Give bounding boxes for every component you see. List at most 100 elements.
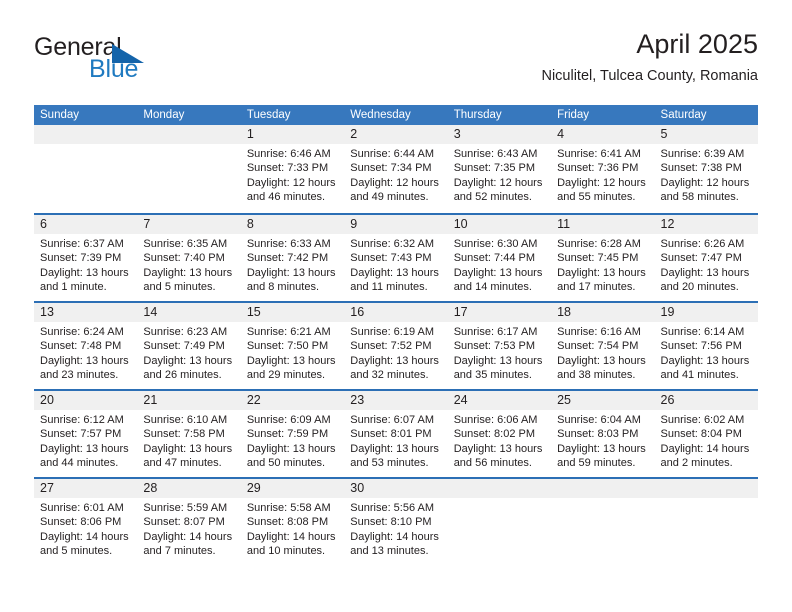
day-detail: Sunrise: 6:39 AM Sunset: 7:38 PM Daylight:… <box>661 147 752 205</box>
calendar-day-cell[interactable]: 25 Sunrise: 6:04 AM Sunset: 8:03 PM Dayligh… <box>551 391 654 477</box>
calendar-day-cell[interactable]: 6 Sunrise: 6:37 AM Sunset: 7:39 PM Daylight… <box>34 215 137 301</box>
sunrise-text: Sunrise: 6:46 AM <box>246 148 331 160</box>
sunset-text: Sunset: 8:06 PM <box>40 516 122 529</box>
weekday-header-wednesday: Wednesday <box>350 109 411 121</box>
day-number: 27 <box>40 481 54 495</box>
calendar-day-cell[interactable]: 17 Sunrise: 6:17 AM Sunset: 7:53 PM Dayligh… <box>448 303 551 389</box>
calendar-day-cell[interactable]: 26 Sunrise: 6:02 AM Sunset: 8:04 PM Dayligh… <box>655 391 758 477</box>
sunrise-text: Sunrise: 6:19 AM <box>350 326 435 338</box>
sunrise-text: Sunrise: 6:06 AM <box>453 414 538 426</box>
daylight-text-line2: and 35 minutes. <box>453 369 532 382</box>
day-detail: Sunrise: 6:41 AM Sunset: 7:36 PM Daylight:… <box>557 147 648 205</box>
sunrise-text: Sunrise: 6:04 AM <box>557 414 641 426</box>
daylight-text-line1: Daylight: 14 hours <box>40 530 129 543</box>
sunrise-text: Sunrise: 6:10 AM <box>143 414 228 426</box>
calendar-day-cell[interactable]: 9 Sunrise: 6:32 AM Sunset: 7:43 PM Daylight… <box>344 215 447 301</box>
sunset-text: Sunset: 7:56 PM <box>660 340 742 353</box>
calendar-day-cell[interactable]: 11 Sunrise: 6:28 AM Sunset: 7:45 PM Dayligh… <box>551 215 654 301</box>
calendar-day-cell[interactable]: 19 Sunrise: 6:14 AM Sunset: 7:56 PM Dayligh… <box>655 303 758 389</box>
daylight-text-line1: Daylight: 13 hours <box>350 266 439 279</box>
day-number: 30 <box>350 481 365 495</box>
day-detail: Sunrise: 6:32 AM Sunset: 7:43 PM Daylight:… <box>350 237 441 295</box>
daylight-text-line1: Daylight: 12 hours <box>350 176 439 189</box>
calendar-day-cell-empty <box>34 125 137 213</box>
day-detail: Sunrise: 6:24 AM Sunset: 7:48 PM Daylight:… <box>40 325 131 383</box>
calendar-day-cell[interactable]: 24 Sunrise: 6:06 AM Sunset: 8:02 PM Dayligh… <box>448 391 551 477</box>
sunrise-text: Sunrise: 6:17 AM <box>453 326 538 338</box>
day-number: 11 <box>557 217 571 231</box>
daylight-text-line1: Daylight: 13 hours <box>557 354 646 367</box>
daylight-text-line2: and 55 minutes. <box>557 191 636 204</box>
day-detail: Sunrise: 6:37 AM Sunset: 7:39 PM Daylight:… <box>40 237 131 295</box>
sunrise-text: Sunrise: 6:30 AM <box>453 238 538 250</box>
calendar-day-cell[interactable]: 8 Sunrise: 6:33 AM Sunset: 7:42 PM Daylight… <box>241 215 344 301</box>
calendar-day-cell-empty <box>448 479 551 565</box>
day-detail: Sunrise: 6:02 AM Sunset: 8:04 PM Daylight:… <box>661 413 752 471</box>
daylight-text-line2: and 50 minutes. <box>246 457 326 470</box>
calendar-day-cell[interactable]: 2 Sunrise: 6:44 AM Sunset: 7:34 PM Daylight… <box>344 125 447 213</box>
sunset-text: Sunset: 7:57 PM <box>40 428 122 441</box>
daylight-text-line1: Daylight: 12 hours <box>660 176 750 189</box>
calendar-day-cell[interactable]: 29 Sunrise: 5:58 AM Sunset: 8:08 PM Dayligh… <box>241 479 344 565</box>
day-detail: Sunrise: 6:10 AM Sunset: 7:58 PM Daylight:… <box>143 413 234 471</box>
daylight-text-line1: Daylight: 14 hours <box>143 530 233 543</box>
calendar-day-cell[interactable]: 14 Sunrise: 6:23 AM Sunset: 7:49 PM Dayligh… <box>137 303 240 389</box>
daylight-text-line2: and 5 minutes. <box>40 545 113 558</box>
calendar-day-cell[interactable]: 13 Sunrise: 6:24 AM Sunset: 7:48 PM Dayligh… <box>34 303 137 389</box>
daylight-text-line1: Daylight: 13 hours <box>453 442 543 455</box>
day-detail: Sunrise: 5:56 AM Sunset: 8:10 PM Daylight:… <box>350 501 441 559</box>
sunset-text: Sunset: 8:04 PM <box>660 428 742 441</box>
calendar-day-cell[interactable]: 15 Sunrise: 6:21 AM Sunset: 7:50 PM Dayligh… <box>241 303 344 389</box>
daylight-text-line2: and 13 minutes. <box>350 545 429 558</box>
daylight-text-line2: and 10 minutes. <box>246 545 326 558</box>
calendar-day-cell[interactable]: 5 Sunrise: 6:39 AM Sunset: 7:38 PM Daylight… <box>655 125 758 213</box>
weekday-header-tuesday: Tuesday <box>246 109 291 121</box>
calendar-day-cell[interactable]: 12 Sunrise: 6:26 AM Sunset: 7:47 PM Dayligh… <box>655 215 758 301</box>
calendar-day-cell-empty <box>655 479 758 565</box>
general-blue-logo[interactable]: General Blue <box>34 34 254 90</box>
daylight-text-line2: and 14 minutes. <box>453 281 532 294</box>
calendar-day-cell[interactable]: 10 Sunrise: 6:30 AM Sunset: 7:44 PM Dayligh… <box>448 215 551 301</box>
day-detail: Sunrise: 6:06 AM Sunset: 8:02 PM Daylight:… <box>454 413 545 471</box>
day-detail: Sunrise: 6:28 AM Sunset: 7:45 PM Daylight:… <box>557 237 648 295</box>
calendar-day-cell[interactable]: 1 Sunrise: 6:46 AM Sunset: 7:33 PM Daylight… <box>241 125 344 213</box>
calendar-day-cell[interactable]: 16 Sunrise: 6:19 AM Sunset: 7:52 PM Dayligh… <box>344 303 447 389</box>
calendar-day-cell[interactable]: 30 Sunrise: 5:56 AM Sunset: 8:10 PM Dayligh… <box>344 479 447 565</box>
day-detail: Sunrise: 6:07 AM Sunset: 8:01 PM Daylight:… <box>350 413 441 471</box>
calendar-day-cell[interactable]: 3 Sunrise: 6:43 AM Sunset: 7:35 PM Daylight… <box>448 125 551 213</box>
calendar-day-cell[interactable]: 18 Sunrise: 6:16 AM Sunset: 7:54 PM Dayligh… <box>551 303 654 389</box>
day-number: 19 <box>660 305 675 319</box>
sunset-text: Sunset: 7:49 PM <box>143 340 225 353</box>
day-number: 29 <box>246 481 261 495</box>
sunset-text: Sunset: 8:02 PM <box>453 428 536 441</box>
calendar-day-cell[interactable]: 27 Sunrise: 6:01 AM Sunset: 8:06 PM Dayligh… <box>34 479 137 565</box>
day-number: 24 <box>453 393 468 407</box>
daylight-text-line2: and 26 minutes. <box>143 369 222 382</box>
calendar-day-cell[interactable]: 4 Sunrise: 6:41 AM Sunset: 7:36 PM Daylight… <box>551 125 654 213</box>
calendar-day-cell[interactable]: 22 Sunrise: 6:09 AM Sunset: 7:59 PM Dayligh… <box>241 391 344 477</box>
calendar-day-cell[interactable]: 23 Sunrise: 6:07 AM Sunset: 8:01 PM Dayligh… <box>344 391 447 477</box>
day-detail: Sunrise: 6:46 AM Sunset: 7:33 PM Daylight:… <box>247 147 338 205</box>
calendar-day-cell[interactable]: 7 Sunrise: 6:35 AM Sunset: 7:40 PM Daylight… <box>137 215 240 301</box>
sunset-text: Sunset: 7:50 PM <box>246 340 329 353</box>
sunrise-text: Sunrise: 6:39 AM <box>660 148 745 160</box>
sunset-text: Sunset: 7:59 PM <box>246 428 329 441</box>
weekday-header-thursday: Thursday <box>453 109 502 121</box>
calendar-day-cell[interactable]: 21 Sunrise: 6:10 AM Sunset: 7:58 PM Dayligh… <box>137 391 240 477</box>
daylight-text-line2: and 58 minutes. <box>660 191 739 204</box>
calendar-week-row: 20 Sunrise: 6:12 AM Sunset: 7:57 PM Dayligh… <box>34 389 758 477</box>
day-number: 22 <box>246 393 261 407</box>
daylight-text-line2: and 29 minutes. <box>246 369 326 382</box>
day-detail: Sunrise: 6:43 AM Sunset: 7:35 PM Daylight:… <box>454 147 545 205</box>
calendar-day-cell[interactable]: 28 Sunrise: 5:59 AM Sunset: 8:07 PM Dayligh… <box>137 479 240 565</box>
sunset-text: Sunset: 8:10 PM <box>350 516 432 529</box>
day-number: 10 <box>453 217 468 231</box>
day-number: 23 <box>350 393 365 407</box>
day-number: 16 <box>350 305 365 319</box>
daylight-text-line1: Daylight: 12 hours <box>246 176 336 189</box>
sunrise-text: Sunrise: 6:41 AM <box>557 148 641 160</box>
sunset-text: Sunset: 7:48 PM <box>40 340 122 353</box>
daylight-text-line1: Daylight: 13 hours <box>40 266 129 279</box>
calendar-day-cell[interactable]: 20 Sunrise: 6:12 AM Sunset: 7:57 PM Dayligh… <box>34 391 137 477</box>
day-detail: Sunrise: 6:33 AM Sunset: 7:42 PM Daylight:… <box>247 237 338 295</box>
